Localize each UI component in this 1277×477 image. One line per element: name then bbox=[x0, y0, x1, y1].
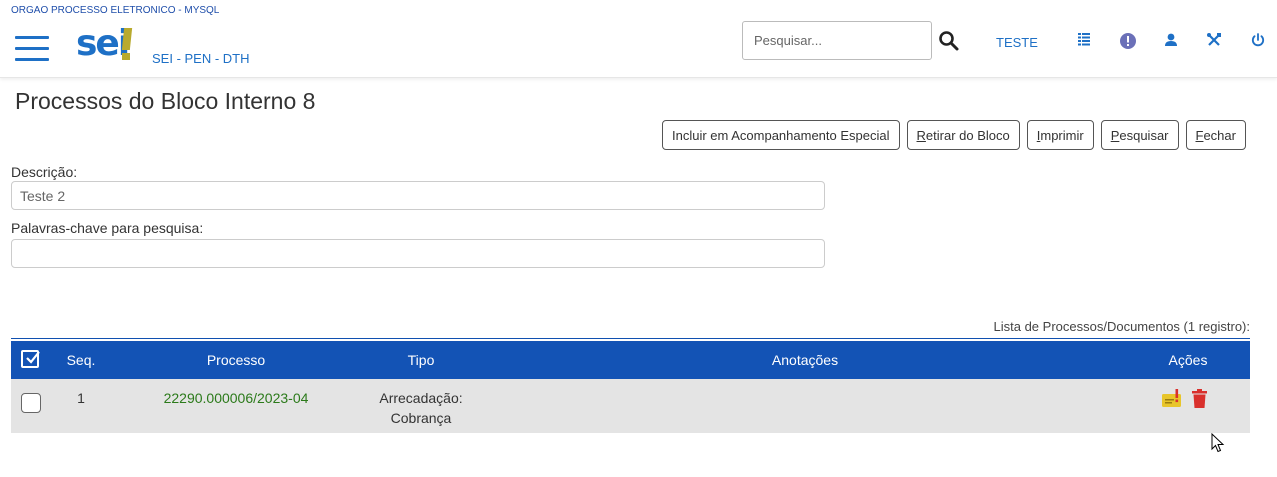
user-name-link[interactable]: TESTE bbox=[996, 35, 1038, 50]
row-checkbox[interactable] bbox=[21, 393, 41, 413]
row-tipo-line2: Cobrança bbox=[390, 410, 452, 426]
button-accesskey: P bbox=[1110, 127, 1120, 143]
description-label: Descrição: bbox=[11, 164, 78, 180]
unit-name: SEI - PEN - DTH bbox=[152, 51, 250, 66]
row-tipo: Arrecadação: Cobrança bbox=[366, 388, 476, 428]
description-field[interactable]: Teste 2 bbox=[11, 181, 825, 210]
delete-trash-icon[interactable] bbox=[1191, 389, 1208, 412]
header-processo: Processo bbox=[206, 352, 266, 368]
process-number-link[interactable]: 22290.000006/2023-04 bbox=[164, 390, 309, 406]
annotation-note-icon[interactable] bbox=[1161, 389, 1182, 412]
top-bar: ORGAO PROCESSO ELETRONICO - MYSQL sei SE… bbox=[0, 0, 1277, 78]
power-icon[interactable] bbox=[1250, 32, 1268, 50]
select-all-checkbox[interactable] bbox=[21, 350, 40, 368]
search-input[interactable] bbox=[742, 21, 932, 60]
logo-text: sei bbox=[76, 23, 130, 64]
row-tipo-line1: Arrecadação: bbox=[379, 390, 463, 406]
user-icon[interactable] bbox=[1163, 32, 1181, 50]
header-tipo: Tipo bbox=[407, 352, 435, 368]
button-label: etirar do Bloco bbox=[925, 127, 1010, 143]
button-label: echar bbox=[1203, 127, 1236, 143]
button-label: mprimir bbox=[1040, 127, 1084, 143]
table-caption: Lista de Processos/Documentos (1 registr… bbox=[993, 319, 1251, 334]
info-alert-icon[interactable] bbox=[1119, 32, 1137, 50]
button-accesskey: R bbox=[916, 127, 926, 143]
org-name: ORGAO PROCESSO ELETRONICO - MYSQL bbox=[11, 5, 220, 16]
keywords-field[interactable] bbox=[11, 239, 825, 268]
keywords-label: Palavras-chave para pesquisa: bbox=[11, 220, 204, 236]
menu-grid-icon[interactable] bbox=[1077, 32, 1095, 50]
hamburger-menu-icon[interactable] bbox=[15, 36, 49, 62]
button-label: esquisar bbox=[1119, 127, 1169, 143]
page-title: Processos do Bloco Interno 8 bbox=[15, 88, 316, 114]
header-seq: Seq. bbox=[66, 352, 96, 368]
remove-from-block-button[interactable]: Retirar do Bloco bbox=[906, 120, 1020, 150]
search-icon[interactable] bbox=[938, 30, 960, 52]
row-seq: 1 bbox=[77, 390, 85, 406]
action-toolbar: Incluir em Acompanhamento Especial Retir… bbox=[662, 120, 1246, 150]
mouse-cursor-icon bbox=[1211, 432, 1225, 458]
tools-icon[interactable] bbox=[1206, 32, 1224, 50]
table-row: 1 22290.000006/2023-04 Arrecadação: Cobr… bbox=[11, 379, 1250, 433]
header-anotacoes: Anotações bbox=[771, 352, 839, 368]
sei-logo[interactable]: sei bbox=[76, 24, 138, 64]
button-accesskey: F bbox=[1195, 127, 1204, 143]
table-header: Seq. Processo Tipo Anotações Ações bbox=[11, 341, 1250, 379]
button-label: Incluir em Acompanhamento Especial bbox=[672, 127, 890, 143]
process-table: Seq. Processo Tipo Anotações Ações 1 222… bbox=[11, 338, 1250, 433]
search-button[interactable]: Pesquisar bbox=[1100, 120, 1179, 150]
header-acoes: Ações bbox=[1168, 352, 1208, 368]
include-special-tracking-button[interactable]: Incluir em Acompanhamento Especial bbox=[662, 120, 900, 150]
print-button[interactable]: Imprimir bbox=[1026, 120, 1094, 150]
close-button[interactable]: Fechar bbox=[1185, 120, 1246, 150]
